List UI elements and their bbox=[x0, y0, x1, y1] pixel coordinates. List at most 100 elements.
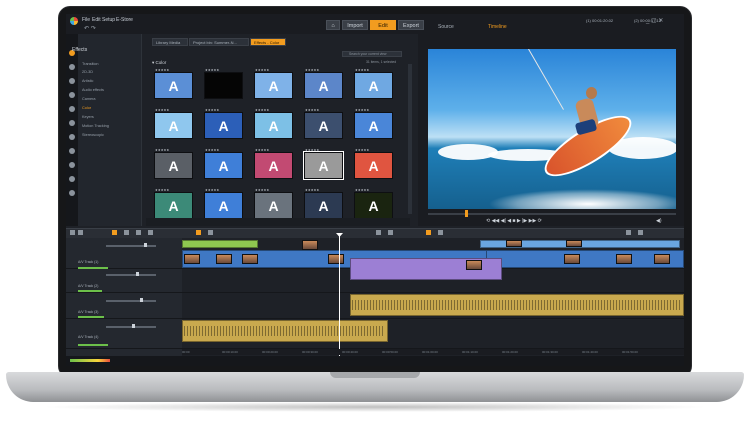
montage-icon[interactable] bbox=[69, 134, 75, 140]
effect-tile[interactable]: ★★★★★ A bbox=[154, 68, 193, 99]
effect-tile[interactable]: ★★★★★ A bbox=[354, 68, 393, 99]
track-volume-slider[interactable] bbox=[106, 245, 156, 247]
category-item-color[interactable]: Color bbox=[82, 106, 91, 110]
scrubber-handle[interactable] bbox=[465, 210, 468, 217]
slider-knob[interactable] bbox=[144, 243, 147, 247]
rating-stars: ★★★★★ bbox=[255, 108, 270, 112]
toolbar-icon[interactable] bbox=[388, 230, 393, 235]
effect-tile[interactable]: ★★★★★ A bbox=[354, 148, 393, 179]
menu-file[interactable]: File bbox=[82, 17, 90, 23]
menu-edit[interactable]: Edit bbox=[92, 17, 101, 23]
toolbar-icon[interactable] bbox=[136, 230, 141, 235]
category-item[interactable]: Camera bbox=[82, 97, 96, 101]
toolbar-icon[interactable] bbox=[124, 230, 129, 235]
library-tabs: Library Media Project bin: Summer-N... E… bbox=[146, 38, 406, 46]
disc-icon[interactable] bbox=[69, 148, 75, 154]
category-title: Effects bbox=[72, 47, 88, 53]
category-item[interactable]: Keyers bbox=[82, 115, 94, 119]
rating-stars: ★★★★★ bbox=[355, 148, 370, 152]
rating-stars: ★★★★★ bbox=[205, 68, 220, 72]
toolbar-icon[interactable] bbox=[376, 230, 381, 235]
ruler-label: 00:00:40.00 bbox=[342, 350, 358, 354]
home-button[interactable]: ⌂ bbox=[326, 20, 340, 30]
toolbar-icon[interactable] bbox=[148, 230, 153, 235]
effect-tile[interactable]: ★★★★★ A bbox=[204, 188, 243, 219]
library-scrollbar[interactable] bbox=[408, 64, 412, 214]
category-item[interactable]: Stereoscopic bbox=[82, 133, 104, 137]
effect-tile[interactable]: ★★★★★ A bbox=[204, 108, 243, 139]
sound-icon[interactable] bbox=[69, 162, 75, 168]
slider-knob[interactable] bbox=[132, 324, 135, 328]
ruler-label: 00:01:00.00 bbox=[422, 350, 438, 354]
effect-tile[interactable]: ★★★★★ A bbox=[354, 188, 393, 219]
tile-glyph: A bbox=[168, 118, 179, 134]
category-item[interactable]: Transition bbox=[82, 62, 99, 66]
category-item[interactable]: Motion Tracking bbox=[82, 124, 109, 128]
ruler-label: 00:00:30.00 bbox=[302, 350, 318, 354]
playhead[interactable] bbox=[339, 236, 340, 356]
category-item[interactable]: Artistic bbox=[82, 79, 93, 83]
tile-glyph: A bbox=[218, 118, 229, 134]
tile-glyph: A bbox=[268, 158, 279, 174]
track-volume-slider[interactable] bbox=[106, 300, 156, 302]
title-icon[interactable] bbox=[69, 120, 75, 126]
library-search-input[interactable]: Search your current view bbox=[342, 51, 402, 57]
effect-tile[interactable]: ★★★★★ A bbox=[304, 188, 343, 219]
toolbar-icon[interactable] bbox=[208, 230, 213, 235]
effect-tile[interactable]: ★★★★★ A bbox=[154, 188, 193, 219]
brush-icon[interactable] bbox=[69, 92, 75, 98]
toolbar-icon[interactable] bbox=[426, 230, 431, 235]
effect-tile[interactable]: ★★★★★ A bbox=[354, 108, 393, 139]
effect-tile[interactable]: ★★★★★ A bbox=[254, 108, 293, 139]
effect-tile[interactable]: ★★★★★ A bbox=[254, 148, 293, 179]
tab-source[interactable]: Source bbox=[438, 24, 454, 30]
effect-tile[interactable]: ★★★★★ A bbox=[303, 148, 344, 180]
category-item[interactable]: 2D-3D bbox=[82, 70, 93, 74]
plus-icon[interactable] bbox=[69, 190, 75, 196]
toolbar-icon[interactable] bbox=[78, 230, 83, 235]
effect-tile[interactable]: ★★★★★ A bbox=[154, 148, 193, 179]
menu-setup[interactable]: Setup bbox=[102, 17, 115, 23]
timecode-left: (1) 00:01:20.02 bbox=[586, 18, 614, 23]
slider-knob[interactable] bbox=[136, 272, 139, 276]
toolbar-icon[interactable] bbox=[70, 230, 75, 235]
tile-glyph: A bbox=[318, 118, 329, 134]
volume-icon[interactable]: ◀) bbox=[656, 218, 662, 224]
effect-tile[interactable]: ★★★★★ A bbox=[304, 108, 343, 139]
toolbar-icon[interactable] bbox=[638, 230, 643, 235]
import-button[interactable]: Import bbox=[342, 20, 368, 30]
rating-stars: ★★★★★ bbox=[155, 68, 170, 72]
transport-controls[interactable]: ⟲ ◀◀ ◀| ◀ ■ ▶ |▶ ▶▶ ⟳ bbox=[486, 218, 542, 224]
rating-stars: ★★★★★ bbox=[305, 68, 320, 72]
tab-timeline[interactable]: Timeline bbox=[488, 24, 507, 30]
edit-button[interactable]: Edit bbox=[370, 20, 396, 30]
tab-project-bin[interactable]: Project bin: Summer-N... bbox=[189, 38, 249, 46]
toolbar-icon[interactable] bbox=[112, 230, 117, 235]
media-icon[interactable] bbox=[69, 64, 75, 70]
music-icon[interactable] bbox=[69, 106, 75, 112]
effect-tile[interactable]: ★★★★★ A bbox=[254, 68, 293, 99]
timeline-toolbar bbox=[66, 228, 684, 238]
track-volume-slider[interactable] bbox=[106, 274, 156, 276]
audio-icon[interactable] bbox=[69, 78, 75, 84]
tab-effects-color[interactable]: Effects - Color bbox=[250, 38, 286, 46]
export-button[interactable]: Export bbox=[398, 20, 424, 30]
toolbar-icon[interactable] bbox=[438, 230, 443, 235]
track-volume-slider[interactable] bbox=[106, 326, 156, 328]
effect-tile[interactable]: ★★★★★ A bbox=[154, 108, 193, 139]
menu-estore[interactable]: E-Store bbox=[116, 17, 133, 23]
effect-tile[interactable]: ★★★★★ A bbox=[254, 188, 293, 219]
tab-library-media[interactable]: Library Media bbox=[152, 38, 188, 46]
undo-redo-icon[interactable]: ↶ ↷ bbox=[84, 25, 96, 32]
effect-tile[interactable]: ★★★★★ bbox=[204, 68, 243, 99]
effect-tile[interactable]: ★★★★★ A bbox=[204, 148, 243, 179]
toolbar-icon[interactable] bbox=[626, 230, 631, 235]
clip[interactable] bbox=[182, 240, 258, 248]
laptop-shadow bbox=[40, 402, 710, 412]
effect-tile[interactable]: ★★★★★ A bbox=[304, 68, 343, 99]
category-item[interactable]: Audio effects bbox=[82, 88, 104, 92]
toolbar-icon[interactable] bbox=[196, 230, 201, 235]
slider-knob[interactable] bbox=[140, 298, 143, 302]
pan-icon[interactable] bbox=[69, 176, 75, 182]
tile-glyph: A bbox=[368, 158, 379, 174]
